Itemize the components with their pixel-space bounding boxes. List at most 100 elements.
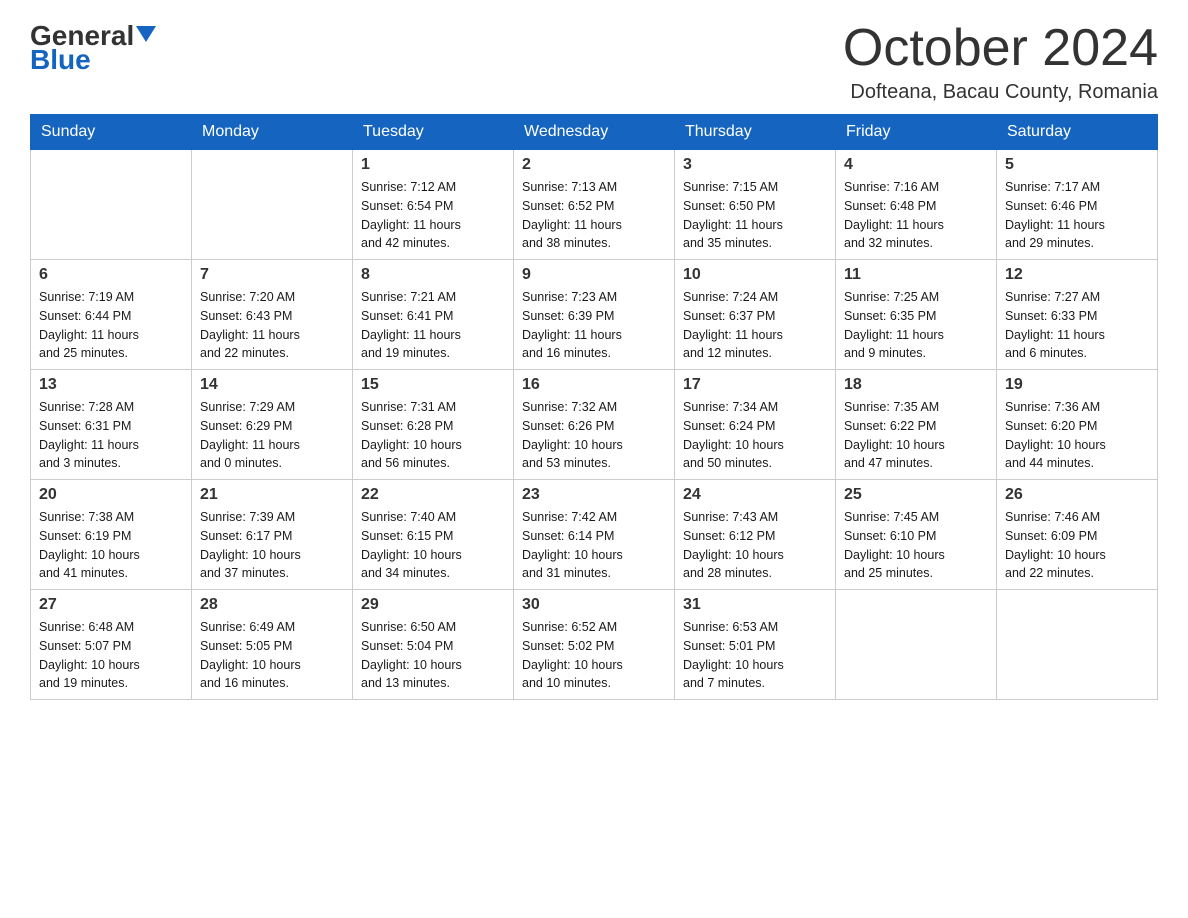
table-row: 5 Sunrise: 7:17 AM Sunset: 6:46 PM Daylig… <box>997 150 1158 260</box>
day-info: Sunrise: 7:43 AM Sunset: 6:12 PM Dayligh… <box>683 508 827 583</box>
day-info: Sunrise: 7:40 AM Sunset: 6:15 PM Dayligh… <box>361 508 505 583</box>
day-info: Sunrise: 7:17 AM Sunset: 6:46 PM Dayligh… <box>1005 178 1149 253</box>
day-info: Sunrise: 7:31 AM Sunset: 6:28 PM Dayligh… <box>361 398 505 473</box>
day-info: Sunrise: 7:36 AM Sunset: 6:20 PM Dayligh… <box>1005 398 1149 473</box>
table-row: 17Sunrise: 7:34 AM Sunset: 6:24 PM Dayli… <box>675 370 836 480</box>
day-info: Sunrise: 6:49 AM Sunset: 5:05 PM Dayligh… <box>200 618 344 693</box>
day-number: 19 <box>1005 376 1149 394</box>
day-number: 15 <box>361 376 505 394</box>
table-row <box>997 590 1158 700</box>
day-info: Sunrise: 6:50 AM Sunset: 5:04 PM Dayligh… <box>361 618 505 693</box>
table-row: 4Sunrise: 7:16 AM Sunset: 6:48 PM Daylig… <box>836 150 997 260</box>
table-row: 27Sunrise: 6:48 AM Sunset: 5:07 PM Dayli… <box>31 590 192 700</box>
table-row: 1 Sunrise: 7:12 AM Sunset: 6:54 PM Daylig… <box>353 150 514 260</box>
day-info: Sunrise: 7:35 AM Sunset: 6:22 PM Dayligh… <box>844 398 988 473</box>
calendar-week-row: 1 Sunrise: 7:12 AM Sunset: 6:54 PM Daylig… <box>31 150 1158 260</box>
day-info: Sunrise: 7:12 AM Sunset: 6:54 PM Dayligh… <box>361 178 505 253</box>
day-number: 14 <box>200 376 344 394</box>
day-info: Sunrise: 6:52 AM Sunset: 5:02 PM Dayligh… <box>522 618 666 693</box>
header-friday: Friday <box>836 115 997 150</box>
day-number: 30 <box>522 596 666 614</box>
location-subtitle: Dofteana, Bacau County, Romania <box>843 81 1158 104</box>
day-number: 29 <box>361 596 505 614</box>
header-sunday: Sunday <box>31 115 192 150</box>
day-number: 11 <box>844 266 988 284</box>
logo-triangle-icon <box>136 26 156 42</box>
header-tuesday: Tuesday <box>353 115 514 150</box>
header-saturday: Saturday <box>997 115 1158 150</box>
table-row: 3 Sunrise: 7:15 AM Sunset: 6:50 PM Daylig… <box>675 150 836 260</box>
title-block: October 2024 Dofteana, Bacau County, Rom… <box>843 20 1158 104</box>
table-row: 10 Sunrise: 7:24 AM Sunset: 6:37 PM Dayli… <box>675 260 836 370</box>
table-row: 23 Sunrise: 7:42 AM Sunset: 6:14 PM Dayli… <box>514 480 675 590</box>
table-row: 18 Sunrise: 7:35 AM Sunset: 6:22 PM Dayli… <box>836 370 997 480</box>
day-number: 12 <box>1005 266 1149 284</box>
day-info: Sunrise: 7:42 AM Sunset: 6:14 PM Dayligh… <box>522 508 666 583</box>
day-info: Sunrise: 7:24 AM Sunset: 6:37 PM Dayligh… <box>683 288 827 363</box>
table-row: 25 Sunrise: 7:45 AM Sunset: 6:10 PM Dayli… <box>836 480 997 590</box>
table-row: 2Sunrise: 7:13 AM Sunset: 6:52 PM Daylig… <box>514 150 675 260</box>
table-row: 28 Sunrise: 6:49 AM Sunset: 5:05 PM Dayli… <box>192 590 353 700</box>
day-number: 8 <box>361 266 505 284</box>
day-info: Sunrise: 7:25 AM Sunset: 6:35 PM Dayligh… <box>844 288 988 363</box>
calendar-header-row: Sunday Monday Tuesday Wednesday Thursday… <box>31 115 1158 150</box>
table-row: 14 Sunrise: 7:29 AM Sunset: 6:29 PM Dayli… <box>192 370 353 480</box>
day-number: 17 <box>683 376 827 394</box>
day-number: 5 <box>1005 156 1149 174</box>
day-number: 28 <box>200 596 344 614</box>
table-row: 19 Sunrise: 7:36 AM Sunset: 6:20 PM Dayli… <box>997 370 1158 480</box>
day-info: Sunrise: 7:20 AM Sunset: 6:43 PM Dayligh… <box>200 288 344 363</box>
day-info: Sunrise: 7:45 AM Sunset: 6:10 PM Dayligh… <box>844 508 988 583</box>
day-number: 1 <box>361 156 505 174</box>
day-info: Sunrise: 7:16 AM Sunset: 6:48 PM Dayligh… <box>844 178 988 253</box>
header-wednesday: Wednesday <box>514 115 675 150</box>
day-number: 25 <box>844 486 988 504</box>
table-row: 16Sunrise: 7:32 AM Sunset: 6:26 PM Dayli… <box>514 370 675 480</box>
day-info: Sunrise: 7:15 AM Sunset: 6:50 PM Dayligh… <box>683 178 827 253</box>
month-year-title: October 2024 <box>843 20 1158 77</box>
table-row: 8 Sunrise: 7:21 AM Sunset: 6:41 PM Daylig… <box>353 260 514 370</box>
table-row: 31 Sunrise: 6:53 AM Sunset: 5:01 PM Dayli… <box>675 590 836 700</box>
table-row <box>31 150 192 260</box>
table-row: 30 Sunrise: 6:52 AM Sunset: 5:02 PM Dayli… <box>514 590 675 700</box>
table-row: 15 Sunrise: 7:31 AM Sunset: 6:28 PM Dayli… <box>353 370 514 480</box>
table-row: 21Sunrise: 7:39 AM Sunset: 6:17 PM Dayli… <box>192 480 353 590</box>
day-number: 22 <box>361 486 505 504</box>
table-row: 22 Sunrise: 7:40 AM Sunset: 6:15 PM Dayli… <box>353 480 514 590</box>
table-row: 29 Sunrise: 6:50 AM Sunset: 5:04 PM Dayli… <box>353 590 514 700</box>
table-row: 6Sunrise: 7:19 AM Sunset: 6:44 PM Daylig… <box>31 260 192 370</box>
day-number: 18 <box>844 376 988 394</box>
calendar-week-row: 13 Sunrise: 7:28 AM Sunset: 6:31 PM Dayli… <box>31 370 1158 480</box>
day-info: Sunrise: 6:53 AM Sunset: 5:01 PM Dayligh… <box>683 618 827 693</box>
table-row: 26 Sunrise: 7:46 AM Sunset: 6:09 PM Dayli… <box>997 480 1158 590</box>
calendar-week-row: 27Sunrise: 6:48 AM Sunset: 5:07 PM Dayli… <box>31 590 1158 700</box>
day-number: 23 <box>522 486 666 504</box>
day-info: Sunrise: 7:46 AM Sunset: 6:09 PM Dayligh… <box>1005 508 1149 583</box>
day-number: 31 <box>683 596 827 614</box>
calendar-week-row: 6Sunrise: 7:19 AM Sunset: 6:44 PM Daylig… <box>31 260 1158 370</box>
day-info: Sunrise: 7:21 AM Sunset: 6:41 PM Dayligh… <box>361 288 505 363</box>
day-number: 20 <box>39 486 183 504</box>
day-info: Sunrise: 7:23 AM Sunset: 6:39 PM Dayligh… <box>522 288 666 363</box>
logo-blue-text: Blue <box>30 44 91 76</box>
day-info: Sunrise: 7:13 AM Sunset: 6:52 PM Dayligh… <box>522 178 666 253</box>
day-number: 24 <box>683 486 827 504</box>
day-info: Sunrise: 7:28 AM Sunset: 6:31 PM Dayligh… <box>39 398 183 473</box>
day-number: 7 <box>200 266 344 284</box>
day-number: 13 <box>39 376 183 394</box>
table-row: 20Sunrise: 7:38 AM Sunset: 6:19 PM Dayli… <box>31 480 192 590</box>
day-number: 26 <box>1005 486 1149 504</box>
day-number: 3 <box>683 156 827 174</box>
table-row <box>192 150 353 260</box>
table-row <box>836 590 997 700</box>
table-row: 24 Sunrise: 7:43 AM Sunset: 6:12 PM Dayli… <box>675 480 836 590</box>
day-info: Sunrise: 7:39 AM Sunset: 6:17 PM Dayligh… <box>200 508 344 583</box>
day-info: Sunrise: 7:29 AM Sunset: 6:29 PM Dayligh… <box>200 398 344 473</box>
day-number: 9 <box>522 266 666 284</box>
day-info: Sunrise: 7:27 AM Sunset: 6:33 PM Dayligh… <box>1005 288 1149 363</box>
table-row: 12 Sunrise: 7:27 AM Sunset: 6:33 PM Dayli… <box>997 260 1158 370</box>
day-number: 10 <box>683 266 827 284</box>
logo: General Blue <box>30 20 156 76</box>
day-number: 27 <box>39 596 183 614</box>
table-row: 7 Sunrise: 7:20 AM Sunset: 6:43 PM Daylig… <box>192 260 353 370</box>
